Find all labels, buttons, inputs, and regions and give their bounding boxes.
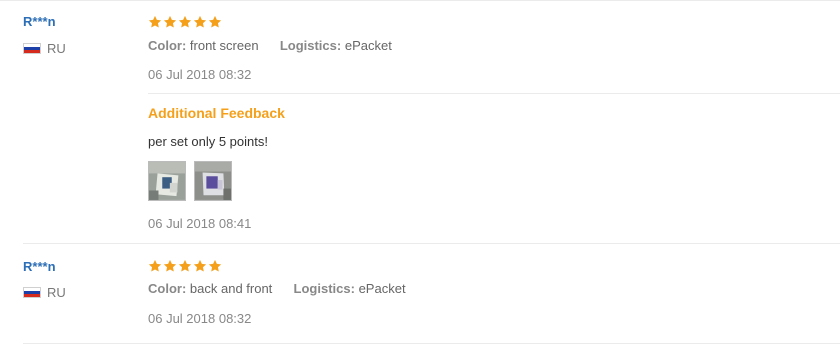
star-icon [193, 15, 207, 28]
logistics-value: ePacket [344, 38, 392, 53]
star-icon [148, 259, 162, 272]
product-photo-thumbnail[interactable] [148, 161, 186, 201]
star-icon [178, 259, 192, 272]
country-code: RU [47, 41, 66, 56]
review-date: 06 Jul 2018 08:32 [148, 311, 252, 326]
additional-feedback-text: per set only 5 points! [148, 134, 268, 149]
review-attributes: Color: back and front Logistics: ePacket [148, 281, 406, 296]
star-icon [178, 15, 192, 28]
russia-flag-icon [23, 43, 41, 54]
additional-divider [148, 93, 840, 94]
color-label: Color: [148, 281, 187, 296]
color-label: Color: [148, 38, 187, 53]
product-photo-thumbnail[interactable] [194, 161, 232, 201]
feedback-photos [148, 161, 232, 201]
additional-feedback-date: 06 Jul 2018 08:41 [148, 216, 252, 231]
color-value: front screen [189, 38, 259, 53]
star-icon [208, 259, 222, 272]
logistics-label: Logistics: [293, 281, 355, 296]
review-attributes: Color: front screen Logistics: ePacket [148, 38, 392, 53]
reviewer-name[interactable]: R***n [23, 14, 56, 29]
reviewer-name[interactable]: R***n [23, 259, 56, 274]
country-code: RU [47, 285, 66, 300]
star-icon [148, 15, 162, 28]
additional-feedback-title: Additional Feedback [148, 105, 285, 121]
star-icon [163, 15, 177, 28]
star-icon [193, 259, 207, 272]
star-icon [163, 259, 177, 272]
star-rating [148, 259, 222, 273]
russia-flag-icon [23, 287, 41, 298]
star-rating [148, 15, 222, 29]
logistics-value: ePacket [358, 281, 406, 296]
review-date: 06 Jul 2018 08:32 [148, 67, 252, 82]
review-item: R***n RU Color: front screen Logistics: … [0, 0, 840, 244]
logistics-label: Logistics: [279, 38, 342, 53]
reviewer-country: RU [23, 41, 66, 56]
reviewer-country: RU [23, 285, 66, 300]
review-item: R***n RU Color: back and front Logistics… [0, 244, 840, 344]
star-icon [208, 15, 222, 28]
review-divider [23, 343, 840, 344]
color-value: back and front [189, 281, 273, 296]
